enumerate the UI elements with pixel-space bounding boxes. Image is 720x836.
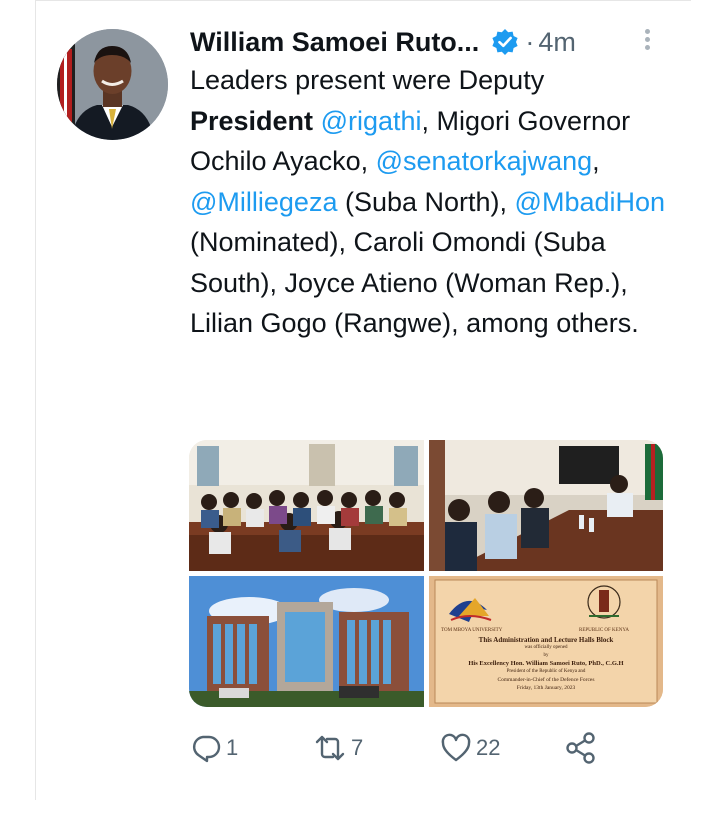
tweet-text-bold: President [190, 105, 314, 136]
heart-icon [440, 732, 472, 764]
mention-link[interactable]: @rigathi [321, 106, 422, 136]
top-divider [35, 0, 691, 1]
plaque-line: His Excellency Hon. William Samoei Ruto,… [468, 660, 624, 667]
plaque-line: was officially opened [524, 645, 568, 650]
plaque-line: by [543, 653, 549, 658]
share-button[interactable] [564, 728, 598, 768]
tweet-text-run: (Suba North), [337, 186, 515, 217]
verified-badge-icon [491, 28, 519, 56]
tweet-text-run: , [592, 146, 600, 176]
reply-count: 1 [226, 735, 239, 760]
photo-building[interactable] [189, 576, 424, 707]
author-name[interactable]: William Samoei Ruto... [190, 27, 479, 58]
mention-link[interactable]: @senatorkajwang [376, 146, 593, 176]
photo-meeting-audience[interactable] [189, 440, 424, 571]
mention-link[interactable]: @MbadiHon [515, 187, 665, 217]
tweet-text-run: (Nominated), Caroli Omondi (Suba South),… [190, 227, 639, 338]
tweet-header: William Samoei Ruto... · 4m [190, 22, 576, 62]
retweet-icon [313, 732, 347, 764]
plaque-line: President of the Republic of Kenya and [506, 669, 586, 674]
retweet-button[interactable]: 7 [313, 728, 363, 768]
plaque-line: Commander-in-Chief of the Defence Forces [497, 677, 595, 683]
plaque-right-org: REPUBLIC OF KENYA [579, 628, 630, 633]
left-divider [35, 0, 36, 800]
timestamp[interactable]: 4m [538, 27, 576, 58]
tweet-text-run [313, 106, 321, 136]
tweet-text: Leaders present were Deputy President @r… [190, 60, 670, 344]
tweet-text-run: Leaders present were Deputy [190, 65, 545, 95]
mention-link[interactable]: @Milliegeza [190, 187, 337, 217]
media-grid: TOM MBOYA UNIVERSITY REPUBLIC OF KENYA T… [189, 440, 663, 707]
plaque-line: Friday, 13th January, 2023 [516, 685, 576, 691]
tweet-actions: 1 7 22 [190, 728, 620, 768]
share-icon [564, 731, 598, 765]
like-count: 22 [476, 735, 501, 760]
avatar[interactable] [57, 29, 168, 140]
plaque-line: This Administration and Lecture Halls Bl… [478, 636, 614, 644]
retweet-count: 7 [351, 735, 364, 760]
photo-plaque[interactable]: TOM MBOYA UNIVERSITY REPUBLIC OF KENYA T… [429, 576, 663, 707]
reply-button[interactable]: 1 [190, 728, 238, 768]
header-separator: · [525, 26, 535, 57]
more-options-icon[interactable] [639, 26, 655, 54]
reply-icon [190, 732, 222, 764]
photo-meeting-table[interactable] [429, 440, 663, 571]
plaque-left-org: TOM MBOYA UNIVERSITY [441, 628, 503, 633]
like-button[interactable]: 22 [440, 728, 500, 768]
